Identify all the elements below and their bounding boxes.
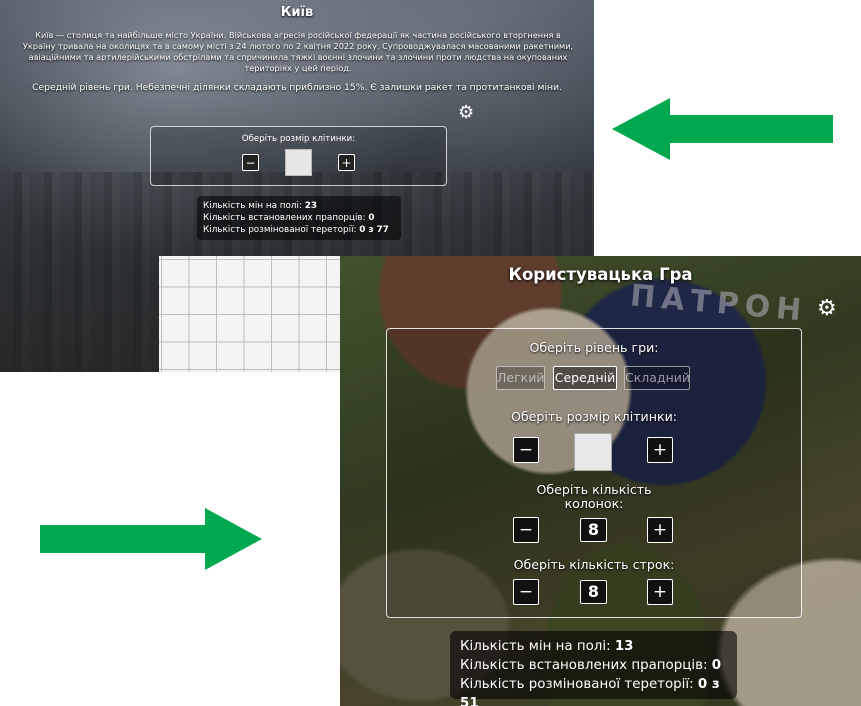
settings-panel: Оберіть рівень гри: Легкий Середній Скла… — [386, 328, 802, 618]
gear-icon[interactable]: ⚙ — [817, 298, 837, 320]
columns-label: Оберіть кількість колонок: — [536, 482, 652, 511]
mines-count-row: Кількість мін на полі: 13 — [460, 639, 634, 654]
flags-count: 0 — [368, 213, 375, 223]
flags-count-row: Кількість встановлених прапорців: 0 — [460, 658, 722, 673]
page-title: Користувацька Гра — [508, 265, 693, 284]
mines-count-row: Кількість мін на полі: 23 — [203, 201, 317, 211]
game-stats: Кількість мін на полі: 13 Кількість вста… — [450, 631, 737, 706]
rows-increase-button[interactable]: + — [647, 579, 673, 605]
columns-increase-button[interactable]: + — [647, 517, 673, 543]
cleared-area: 0 з 77 — [359, 225, 389, 235]
cell-size-label: Оберіть розмір клітинки: — [510, 409, 678, 424]
rows-value: 8 — [580, 580, 607, 604]
rows-label: Оберіть кількість строк: — [513, 557, 675, 572]
level-easy-button[interactable]: Легкий — [496, 366, 545, 390]
level-hard-button[interactable]: Складний — [624, 366, 690, 390]
level-description: Середній рівень гри. Небезпечні ділянки … — [32, 82, 562, 93]
arrow-left-icon — [612, 98, 833, 160]
cell-size-increase-button[interactable]: + — [338, 154, 355, 171]
cell-size-panel: Оберіть розмір клітинки: − + — [150, 126, 447, 186]
page-title: Київ — [280, 5, 314, 20]
cell-size-preview — [285, 149, 312, 176]
flags-count-row: Кількість встановлених прапорців: 0 — [203, 213, 375, 223]
arrow-right-icon — [40, 508, 262, 570]
columns-value: 8 — [580, 518, 607, 542]
level-medium-button[interactable]: Середній — [553, 366, 617, 390]
cell-size-increase-button[interactable]: + — [647, 437, 673, 463]
cleared-area-row: Кількість розмінованої тереторії: 0 з 51 — [460, 675, 727, 706]
level-label: Оберіть рівень гри: — [529, 340, 659, 355]
cell-size-decrease-button[interactable]: − — [513, 437, 539, 463]
cell-size-decrease-button[interactable]: − — [242, 154, 259, 171]
flags-count: 0 — [711, 658, 722, 673]
mines-count: 13 — [614, 639, 634, 654]
cleared-area-row: Кількість розмінованої тереторії: 0 з 77 — [203, 225, 389, 235]
cell-size-label: Оберіть розмір клітинки: — [241, 134, 356, 144]
mines-count: 23 — [304, 201, 317, 211]
gear-icon[interactable]: ⚙ — [458, 104, 474, 122]
cell-size-preview — [574, 433, 612, 471]
game-stats: Кількість мін на полі: 23 Кількість вста… — [197, 196, 401, 240]
minefield-grid[interactable] — [159, 256, 345, 372]
rows-decrease-button[interactable]: − — [513, 579, 539, 605]
columns-decrease-button[interactable]: − — [513, 517, 539, 543]
custom-game-screen: ПАТРОН Користувацька Гра ⚙ Оберіть рівен… — [340, 256, 861, 706]
city-description: Київ — столиця та найбільше місто Україн… — [22, 30, 574, 73]
